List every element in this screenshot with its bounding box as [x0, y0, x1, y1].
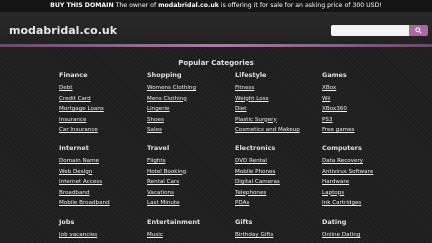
banner-text-b: is offering it for sale for an asking pr…: [218, 2, 382, 9]
category-dating: Dating Online Dating: [322, 217, 406, 241]
category-link-list: Debt Credit Card Mortgage Loans Insurance Ca…: [59, 83, 143, 136]
category-link[interactable]: XBox: [322, 83, 406, 94]
category-games: Games XBox Wii XBox360 PS3 Free games: [322, 70, 406, 136]
banner-prefix: BUY THIS DOMAIN: [50, 2, 114, 9]
category-title: Finance: [59, 71, 88, 79]
category-computers: Computers Data Recovery Antivirus Software…: [322, 143, 406, 209]
category-shopping: Shopping Womens Clothing Mens Clothing Ling…: [147, 70, 231, 136]
search-input[interactable]: [331, 25, 409, 36]
category-link[interactable]: Womens Clothing: [147, 83, 231, 94]
category-title: Entertainment: [147, 218, 201, 226]
category-link[interactable]: Car Insurance: [59, 125, 143, 136]
category-link[interactable]: Telephones: [235, 188, 319, 199]
category-link[interactable]: Job vacancies: [59, 230, 143, 241]
category-link[interactable]: Domain Name: [59, 156, 143, 167]
category-travel: Travel Flights Hotel Booking Rental Cars Vac…: [147, 143, 231, 209]
category-link-list: Domain Name Web Design Internet Access Broa…: [59, 156, 143, 209]
category-link[interactable]: Mobile Broadband: [59, 198, 143, 209]
category-link[interactable]: Rental Cars: [147, 177, 231, 188]
site-logo[interactable]: modabridal.co.uk: [9, 24, 117, 37]
category-link[interactable]: Hotel Booking: [147, 167, 231, 178]
category-title: Games: [322, 71, 347, 79]
category-link[interactable]: Online Dating: [322, 230, 406, 241]
category-link[interactable]: Mortgage Loans: [59, 104, 143, 115]
category-link[interactable]: XBox360: [322, 104, 406, 115]
category-link-list: DVD Rental Mobile Phones Digital Cameras Te…: [235, 156, 319, 209]
search-bar: [331, 25, 428, 36]
banner-text-a: The owner of: [113, 2, 159, 9]
category-title: Dating: [322, 218, 347, 226]
category-title: Electronics: [235, 144, 276, 152]
category-link[interactable]: Antivirus Software: [322, 167, 406, 178]
category-internet: Internet Domain Name Web Design Internet Ac…: [59, 143, 143, 209]
category-electronics: Electronics DVD Rental Mobile Phones Digita…: [235, 143, 319, 209]
category-link[interactable]: Plastic Surgery: [235, 115, 319, 126]
category-link[interactable]: Shoes: [147, 115, 231, 126]
category-title: Jobs: [59, 218, 75, 226]
category-link[interactable]: Lingerie: [147, 104, 231, 115]
category-link-list: Birthday Gifts: [235, 230, 319, 241]
category-title: Computers: [322, 144, 362, 152]
category-link[interactable]: Last Minute: [147, 198, 231, 209]
category-link[interactable]: Debt: [59, 83, 143, 94]
category-link[interactable]: Broadband: [59, 188, 143, 199]
category-link-list: Womens Clothing Mens Clothing Lingerie Shoe…: [147, 83, 231, 136]
banner-domain: modabridal.co.uk: [158, 2, 219, 9]
category-link[interactable]: PDAs: [235, 198, 319, 209]
category-link-list: XBox Wii XBox360 PS3 Free games: [322, 83, 406, 136]
category-link[interactable]: Web Design: [59, 167, 143, 178]
category-link[interactable]: Flights: [147, 156, 231, 167]
category-link[interactable]: Internet Access: [59, 177, 143, 188]
category-link[interactable]: Vacations: [147, 188, 231, 199]
search-icon: [415, 27, 422, 34]
category-lifestyle: Lifestyle Fitness Weight Loss Diet Plastic S…: [235, 70, 319, 136]
category-link[interactable]: Cosmetics and Makeup: [235, 125, 319, 136]
category-link[interactable]: Diet: [235, 104, 319, 115]
category-finance: Finance Debt Credit Card Mortgage Loans Insu…: [59, 70, 143, 136]
category-link-list: Flights Hotel Booking Rental Cars Vacations…: [147, 156, 231, 209]
category-link[interactable]: Birthday Gifts: [235, 230, 319, 241]
category-link[interactable]: Wii: [322, 94, 406, 105]
search-button[interactable]: [409, 25, 428, 36]
category-link[interactable]: Mobile Phones: [235, 167, 319, 178]
category-title: Shopping: [147, 71, 182, 79]
category-link[interactable]: Free games: [322, 125, 406, 136]
category-title: Internet: [59, 144, 89, 152]
category-link[interactable]: DVD Rental: [235, 156, 319, 167]
category-link[interactable]: Sales: [147, 125, 231, 136]
category-link-list: Job vacancies: [59, 230, 143, 241]
category-entertainment: Entertainment Music: [147, 217, 231, 241]
popular-categories-title: Popular Categories: [178, 59, 254, 67]
category-link[interactable]: Weight Loss: [235, 94, 319, 105]
category-title: Travel: [147, 144, 170, 152]
category-title: Lifestyle: [235, 71, 267, 79]
category-title: Gifts: [235, 218, 253, 226]
category-gifts: Gifts Birthday Gifts: [235, 217, 319, 241]
category-link[interactable]: PS3: [322, 115, 406, 126]
category-link[interactable]: Fitness: [235, 83, 319, 94]
category-jobs: Jobs Job vacancies: [59, 217, 143, 241]
category-link[interactable]: Data Recovery: [322, 156, 406, 167]
category-link[interactable]: Ink Cartridges: [322, 198, 406, 209]
category-link-list: Music: [147, 230, 231, 241]
category-link[interactable]: Insurance: [59, 115, 143, 126]
category-link[interactable]: Credit Card: [59, 94, 143, 105]
domain-sale-banner: BUY THIS DOMAIN The owner of modabridal.…: [0, 0, 432, 12]
category-link-list: Data Recovery Antivirus Software Hardware L…: [322, 156, 406, 209]
category-link[interactable]: Music: [147, 230, 231, 241]
category-link[interactable]: Hardware: [322, 177, 406, 188]
category-link[interactable]: Laptops: [322, 188, 406, 199]
category-link-list: Fitness Weight Loss Diet Plastic Surgery Cos…: [235, 83, 319, 136]
category-link-list: Online Dating: [322, 230, 406, 241]
header-accent-line: [0, 44, 432, 47]
category-link[interactable]: Digital Cameras: [235, 177, 319, 188]
category-link[interactable]: Mens Clothing: [147, 94, 231, 105]
